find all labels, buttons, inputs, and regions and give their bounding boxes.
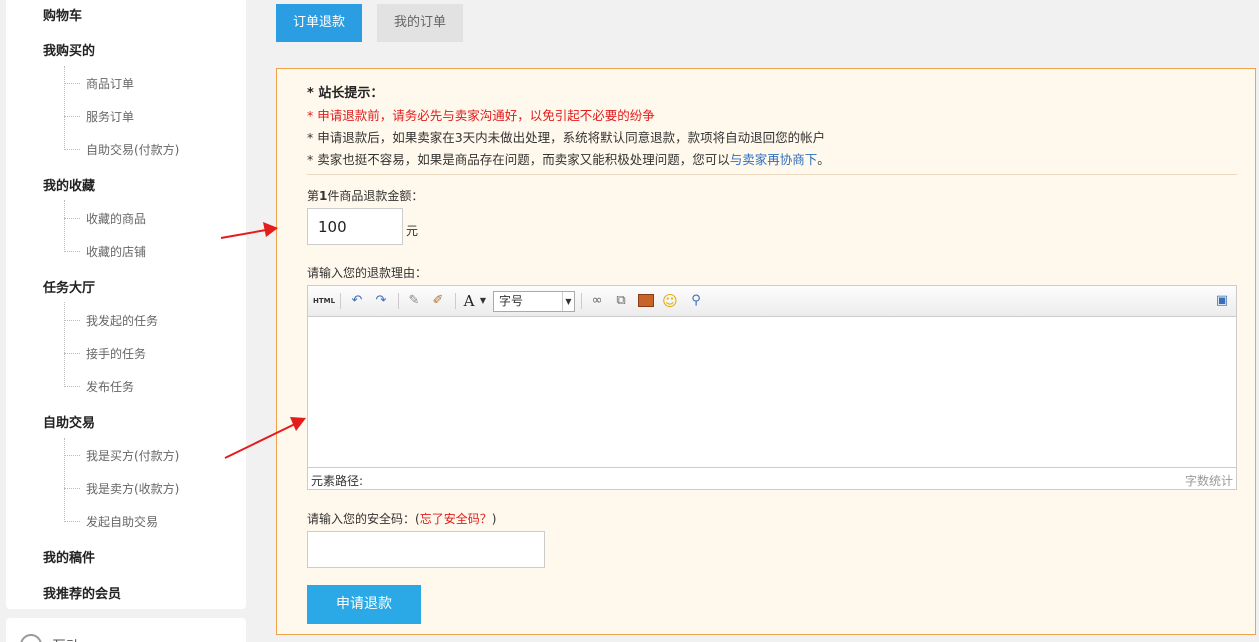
negotiate-link[interactable]: 与卖家再协商下: [730, 152, 818, 167]
tree-tick: [64, 320, 80, 321]
toolbar-separator: [581, 293, 582, 309]
interaction-icon: [20, 634, 42, 642]
reason-label: 请输入您的退款理由：: [307, 266, 428, 280]
tree-tick: [64, 83, 80, 84]
font-size-value: 字号: [499, 294, 524, 308]
sidebar-footer-label: 互动: [52, 636, 80, 642]
sidebar-group-favorites[interactable]: 我的收藏: [43, 175, 95, 194]
editor-toolbar: HTML ↶ ↷ ✎ ✐ A ▼ 字号 ▼ ∞ ⧉ ☺ ⚲ ▣: [308, 286, 1236, 317]
refund-amount-input[interactable]: [307, 208, 403, 245]
fullscreen-icon[interactable]: ▣: [1212, 292, 1232, 310]
apply-refund-button[interactable]: 申请退款: [307, 585, 421, 624]
security-code-input[interactable]: [307, 531, 545, 568]
tip-line-2: * 申请退款后，如果卖家在3天内未做出处理，系统将默认同意退款，款项将自动退回您…: [307, 130, 826, 145]
tree-line: [64, 66, 65, 150]
tip-line-1: * 申请退款前，请务必先与卖家沟通好，以免引起不必要的纷争: [307, 108, 655, 123]
sidebar-item-fav-shops[interactable]: 收藏的店铺: [86, 243, 146, 260]
tip-line-3-text: * 卖家也挺不容易，如果是商品存在问题，而卖家又能积极处理问题，您可以: [307, 152, 730, 167]
page: 购物车 我购买的 商品订单 服务订单 自助交易(付款方) 我的收藏 收藏的商品 …: [0, 0, 1259, 642]
link-icon[interactable]: ∞: [587, 292, 607, 310]
sidebar-group-cart[interactable]: 购物车: [43, 5, 82, 24]
sidebar-item-seller[interactable]: 我是卖方(收款方): [86, 480, 179, 497]
sidebar-group-purchased[interactable]: 我购买的: [43, 40, 95, 59]
tree-tick: [64, 218, 80, 219]
chevron-down-icon[interactable]: ▼: [478, 292, 488, 310]
toolbar-separator: [455, 293, 456, 309]
font-color-icon[interactable]: A: [461, 292, 477, 310]
sidebar-group-manuscripts[interactable]: 我的稿件: [43, 547, 95, 566]
redo-icon[interactable]: ↷: [371, 292, 391, 310]
element-path-label: 元素路径:: [311, 474, 364, 488]
tree-line: [64, 302, 65, 387]
html-source-button[interactable]: HTML: [313, 292, 335, 310]
format-brush-icon[interactable]: ✐: [428, 292, 448, 310]
sidebar-group-task-hall[interactable]: 任务大厅: [43, 277, 95, 296]
undo-icon[interactable]: ↶: [347, 292, 367, 310]
sidebar-item-my-tasks[interactable]: 我发起的任务: [86, 312, 158, 329]
refund-panel: * 站长提示： * 申请退款前，请务必先与卖家沟通好，以免引起不必要的纷争 * …: [276, 68, 1256, 635]
forgot-security-code-link[interactable]: 忘了安全码？: [420, 512, 492, 526]
chevron-down-icon: ▼: [562, 292, 574, 311]
amount-label-suffix: 件商品退款金额：: [327, 189, 424, 203]
sidebar-group-self-trade[interactable]: 自助交易: [43, 412, 95, 431]
admin-tips: * 站长提示： * 申请退款前，请务必先与卖家沟通好，以免引起不必要的纷争 * …: [307, 83, 830, 171]
tree-tick: [64, 521, 80, 522]
sidebar-group-referrals[interactable]: 我推荐的会员: [43, 583, 121, 602]
amount-label: 第1件商品退款金额：: [307, 187, 423, 204]
sidebar-item-self-trade-payer[interactable]: 自助交易(付款方): [86, 141, 179, 158]
tree-line: [64, 200, 65, 252]
editor-statusbar: 元素路径: 字数统计: [308, 467, 1236, 489]
tree-tick: [64, 149, 80, 150]
amount-unit: 元: [406, 224, 419, 238]
sidebar-footer[interactable]: 互动: [6, 618, 246, 642]
sidebar-item-start-self-trade[interactable]: 发起自助交易: [86, 513, 158, 530]
security-code-label-text: 请输入您的安全码：: [307, 512, 416, 526]
sidebar: 购物车 我购买的 商品订单 服务订单 自助交易(付款方) 我的收藏 收藏的商品 …: [6, 0, 246, 609]
sidebar-item-fav-products[interactable]: 收藏的商品: [86, 210, 146, 227]
divider: [307, 174, 1237, 175]
tip-line-3: * 卖家也挺不容易，如果是商品存在问题，而卖家又能积极处理问题，您可以与卖家再协…: [307, 149, 830, 171]
tree-tick: [64, 488, 80, 489]
tab-order-refund[interactable]: 订单退款: [276, 4, 362, 42]
toolbar-separator: [340, 293, 341, 309]
emoji-icon[interactable]: ☺: [660, 292, 680, 310]
sidebar-item-accepted-tasks[interactable]: 接手的任务: [86, 345, 146, 362]
rich-text-editor: HTML ↶ ↷ ✎ ✐ A ▼ 字号 ▼ ∞ ⧉ ☺ ⚲ ▣ 元素路径: 字数…: [307, 285, 1237, 490]
word-count-label: 字数统计: [1184, 474, 1233, 488]
paren-close: ): [491, 512, 497, 526]
attachment-icon[interactable]: ⚲: [686, 292, 706, 310]
tree-tick: [64, 455, 80, 456]
eraser-icon[interactable]: ✎: [404, 292, 424, 310]
tips-title: * 站长提示：: [307, 86, 384, 101]
tree-tick: [64, 386, 80, 387]
tree-tick: [64, 353, 80, 354]
image-icon[interactable]: [636, 292, 656, 310]
tree-tick: [64, 116, 80, 117]
font-size-select[interactable]: 字号 ▼: [493, 291, 575, 312]
sidebar-item-service-orders[interactable]: 服务订单: [86, 108, 134, 125]
toolbar-separator: [398, 293, 399, 309]
sidebar-item-buyer[interactable]: 我是买方(付款方): [86, 447, 179, 464]
tab-my-orders[interactable]: 我的订单: [377, 4, 463, 42]
sidebar-item-publish-task[interactable]: 发布任务: [86, 378, 134, 395]
tip-line-3-end: 。: [817, 152, 830, 167]
unlink-icon[interactable]: ⧉: [611, 292, 631, 310]
tree-tick: [64, 251, 80, 252]
amount-label-prefix: 第: [307, 189, 320, 203]
security-code-label: 请输入您的安全码：(忘了安全码？): [307, 510, 496, 527]
sidebar-item-product-orders[interactable]: 商品订单: [86, 75, 134, 92]
editor-content-area[interactable]: [308, 317, 1236, 469]
tree-line: [64, 438, 65, 522]
